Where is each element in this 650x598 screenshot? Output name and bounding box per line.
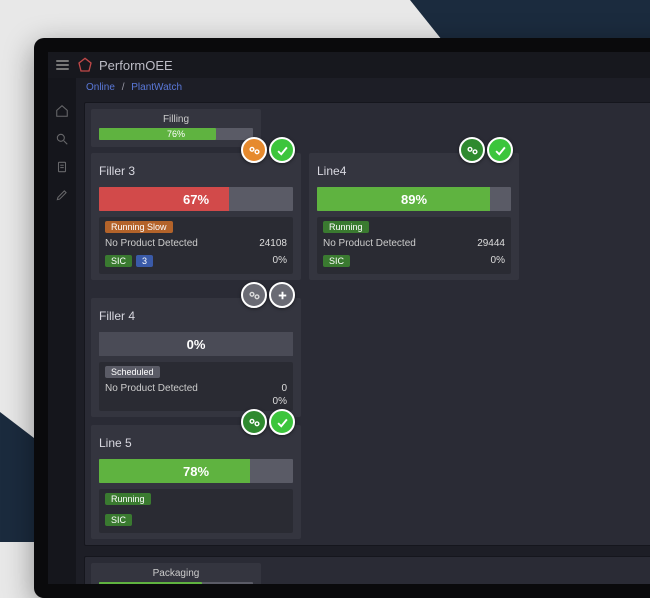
plus-icon[interactable]	[269, 282, 295, 308]
metric-value: 29444	[477, 238, 505, 249]
menu-icon[interactable]	[56, 60, 69, 70]
sidebar	[48, 78, 76, 584]
section-label: Packaging	[99, 568, 253, 579]
logo-mark-icon	[77, 57, 93, 73]
card-title: Filler 4	[99, 309, 135, 323]
breadcrumb-separator: /	[122, 82, 125, 93]
card-filler4[interactable]: Filler 4 0% Scheduled No Product Detecte…	[91, 298, 301, 417]
breadcrumb-plantwatch[interactable]: PlantWatch	[131, 82, 182, 93]
card-details: Running SIC	[99, 489, 293, 533]
oee-bar: 0%	[99, 332, 293, 356]
chip-sic[interactable]: SIC	[323, 255, 350, 267]
chip-sic[interactable]: SIC	[105, 514, 132, 526]
status-chip: Running	[105, 493, 151, 505]
check-icon[interactable]	[269, 409, 295, 435]
section-progress-pct: 67%	[99, 582, 253, 584]
gear-icon[interactable]	[241, 137, 267, 163]
section-head-packaging[interactable]: Packaging 67%	[91, 563, 261, 584]
oee-pct: 78%	[99, 459, 293, 483]
card-status-icons	[459, 137, 513, 163]
metric-value: 0	[281, 383, 287, 394]
metric2-value: 0%	[491, 255, 505, 266]
chip-sic[interactable]: SIC	[105, 255, 132, 267]
metric2-value: 0%	[273, 396, 287, 407]
metric-label: No Product Detected	[105, 238, 198, 249]
search-icon[interactable]	[55, 132, 69, 146]
card-status-icons	[241, 137, 295, 163]
card-title: Line 5	[99, 436, 132, 450]
check-icon[interactable]	[269, 137, 295, 163]
check-icon[interactable]	[487, 137, 513, 163]
content-area: Filling 76%	[76, 98, 650, 584]
topbar: PerformOEE	[48, 52, 650, 78]
clipboard-icon[interactable]	[55, 160, 69, 174]
card-status-icons	[241, 282, 295, 308]
oee-pct: 0%	[99, 332, 293, 356]
status-chip: Scheduled	[105, 366, 160, 378]
status-chip: Running Slow	[105, 221, 173, 233]
oee-bar: 78%	[99, 459, 293, 483]
oee-pct: 89%	[317, 187, 511, 211]
gear-icon[interactable]	[241, 409, 267, 435]
card-filler3[interactable]: Filler 3 67% Running Slow No Product Det…	[91, 153, 301, 280]
app-title: PerformOEE	[99, 58, 173, 73]
card-details: Running Slow No Product Detected 24108 S…	[99, 217, 293, 274]
card-details: Running No Product Detected 29444 SIC 0%	[317, 217, 511, 274]
metric-value: 24108	[259, 238, 287, 249]
oee-bar: 67%	[99, 187, 293, 211]
metric-label: No Product Detected	[323, 238, 416, 249]
gear-icon[interactable]	[459, 137, 485, 163]
section-label: Filling	[99, 114, 253, 125]
metric-label: No Product Detected	[105, 383, 198, 394]
edit-icon[interactable]	[55, 188, 69, 202]
gear-icon[interactable]	[241, 282, 267, 308]
status-chip: Running	[323, 221, 369, 233]
oee-bar: 89%	[317, 187, 511, 211]
card-title: Filler 3	[99, 164, 135, 178]
metric2-value: 0%	[273, 255, 287, 266]
home-icon[interactable]	[55, 104, 69, 118]
section-head-filling[interactable]: Filling 76%	[91, 109, 261, 147]
oee-pct: 67%	[99, 187, 293, 211]
section-progress-bar: 67%	[99, 582, 253, 584]
card-line5[interactable]: Line 5 78% Running SIC	[91, 425, 301, 539]
section-progress-bar: 76%	[99, 128, 253, 140]
section-packaging: Packaging 67%	[84, 556, 650, 584]
section-filling: Filling 76%	[84, 102, 650, 546]
breadcrumb-online[interactable]: Online	[86, 82, 115, 93]
app-logo[interactable]: PerformOEE	[77, 57, 173, 73]
chip-count[interactable]: 3	[136, 255, 153, 267]
card-status-icons	[241, 409, 295, 435]
card-line4[interactable]: Line4 89% Running No Product Detected 29…	[309, 153, 519, 280]
section-progress-pct: 76%	[99, 128, 253, 140]
monitor-frame: PerformOEE Online / PlantWatch	[34, 38, 650, 598]
card-title: Line4	[317, 164, 346, 178]
breadcrumb: Online / PlantWatch	[48, 78, 650, 99]
card-details: Scheduled No Product Detected 0 0%	[99, 362, 293, 411]
